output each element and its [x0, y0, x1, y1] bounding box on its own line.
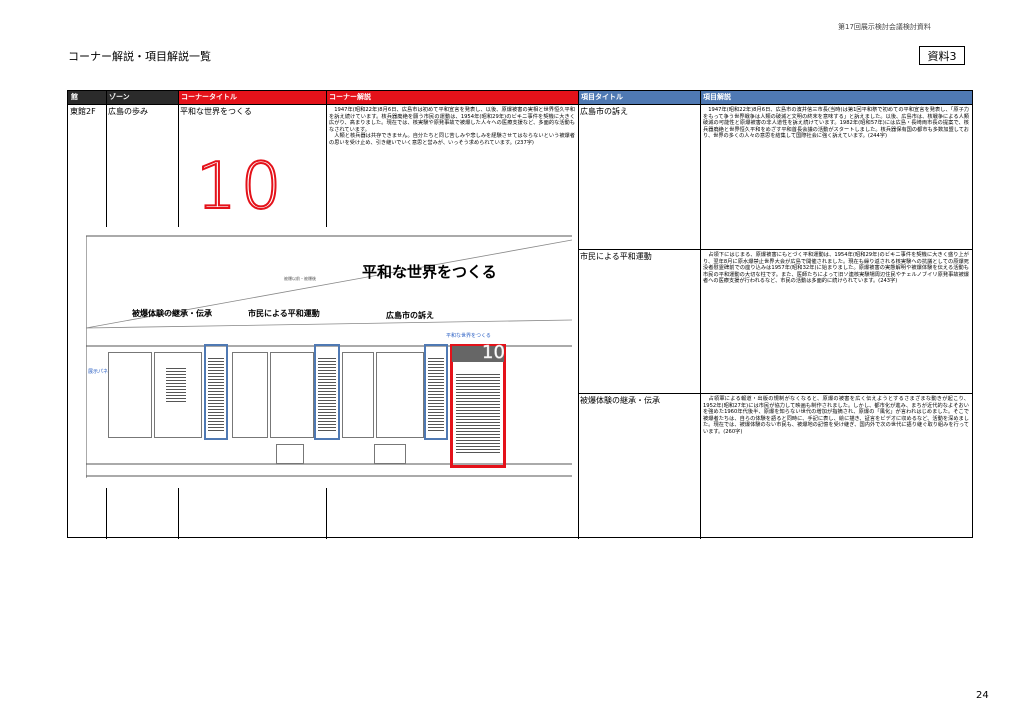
- header-zone: ゾーン: [106, 91, 178, 104]
- header-corner-desc: コーナー解説: [326, 91, 578, 104]
- display-panel: [342, 352, 374, 438]
- header-building: 館: [68, 91, 106, 104]
- item-desc-cell: 占領軍による報道・出版の規制がなくなると、原爆の被害を広く伝えようとするさまざま…: [703, 396, 969, 435]
- exhibit-layout-drawing: 被爆以前・被爆後 平和な世界をつくる 被爆体験の継承・伝承 市民による平和運動 …: [86, 228, 572, 488]
- text-block: [318, 358, 336, 432]
- panel-sub-appeal: 広島市の訴え: [386, 311, 434, 320]
- display-panel: [108, 352, 152, 438]
- panel-main-title: 平和な世界をつくる: [362, 263, 497, 281]
- panel-sub-inheritance: 被爆体験の継承・伝承: [132, 309, 212, 318]
- display-panel: [376, 352, 424, 438]
- display-panel: [232, 352, 268, 438]
- corner-desc-cell: 1947年(昭和22年)8月6日、広島市は初めて平和宣言を発表し、以後、原爆被害…: [329, 107, 575, 146]
- text-block: [208, 358, 224, 432]
- header-item-title: 項目タイトル: [578, 91, 700, 104]
- display-case: [276, 444, 304, 464]
- text-block: [428, 358, 444, 432]
- display-case: [374, 444, 406, 464]
- col-divider: [106, 483, 107, 539]
- item-title-cell: 被爆体験の継承・伝承: [580, 396, 660, 405]
- item-title-cell: 市民による平和運動: [580, 252, 652, 261]
- document-badge: 資料3: [919, 46, 965, 65]
- col-divider: [578, 91, 579, 539]
- panel-corner-label: 平和な世界をつくる: [446, 333, 491, 339]
- drawing-caption: 被爆以前・被爆後: [284, 276, 316, 281]
- corner-number: 10: [195, 150, 286, 224]
- building-cell: 東館2F: [70, 107, 96, 116]
- page-number: 24: [976, 690, 989, 701]
- display-panel: [270, 352, 314, 438]
- meeting-note: 第17回展示検討会議検討資料: [838, 23, 931, 31]
- page-title: コーナー解説・項目解説一覧: [68, 50, 211, 63]
- item-desc-cell: 1947年(昭和22年)8月6日、広島市の濱井信三市長(当時)は第1回平和祭で初…: [703, 107, 969, 140]
- col-divider: [326, 483, 327, 539]
- header-item-desc: 項目解説: [700, 91, 972, 104]
- item-title-cell: 広島市の訴え: [580, 107, 628, 116]
- col-divider: [700, 91, 701, 539]
- header-corner-title: コーナータイトル: [178, 91, 326, 104]
- zone-cell: 広島の歩み: [108, 107, 148, 116]
- panel-corner-number: 10: [482, 342, 505, 364]
- text-block: [166, 368, 186, 404]
- col-divider: [178, 483, 179, 539]
- text-block: [456, 374, 500, 454]
- corner-title-cell: 平和な世界をつくる: [180, 107, 252, 116]
- item-desc-cell: 占領下にはじまる、原爆被害にもとづく平和運動は、1954年(昭和29年)のビキニ…: [703, 252, 969, 285]
- panel-sub-movement: 市民による平和運動: [248, 309, 320, 318]
